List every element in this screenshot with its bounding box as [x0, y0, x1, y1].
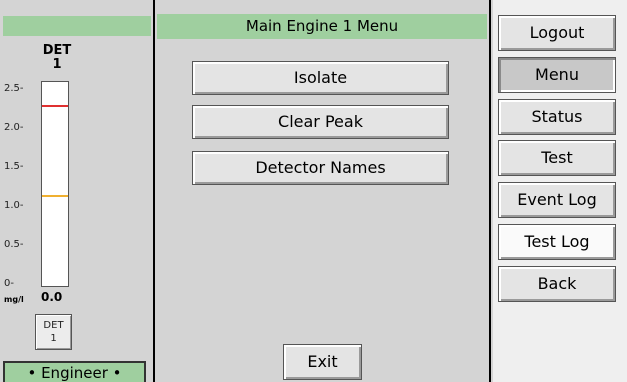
detector-number: 1 — [52, 57, 62, 72]
alarm-low-line — [42, 195, 68, 198]
nav-logout-button[interactable]: Logout — [498, 15, 616, 51]
nav-test-log-button[interactable]: Test Log — [498, 224, 616, 260]
detector-names-button[interactable]: Detector Names — [192, 151, 449, 185]
detector-panel-header — [3, 16, 151, 36]
gauge-tick-2-5: 2.5- — [4, 83, 24, 94]
gauge-tick-1-0: 1.0- — [4, 200, 24, 211]
gauge-tick-2-0: 2.0- — [4, 122, 24, 133]
detector-title: DET 1 — [38, 44, 76, 72]
alarm-high-line — [42, 105, 68, 108]
detector-button-number: 1 — [50, 333, 57, 344]
isolate-button[interactable]: Isolate — [192, 61, 449, 95]
clear-peak-button[interactable]: Clear Peak — [192, 105, 449, 139]
gauge-tick-0: 0- — [4, 278, 14, 289]
nav-back-button[interactable]: Back — [498, 266, 616, 302]
detector-label: DET — [42, 43, 72, 58]
nav-menu-button[interactable]: Menu — [498, 57, 616, 93]
nav-test-button[interactable]: Test — [498, 140, 616, 176]
user-role-badge: • Engineer • — [3, 361, 146, 382]
nav-panel: Logout Menu Status Test Event Log Test L… — [493, 0, 627, 382]
page-title: Main Engine 1 Menu — [157, 14, 487, 39]
menu-panel: Main Engine 1 Menu Isolate Clear Peak De… — [153, 0, 491, 382]
detector-button-label: DET — [43, 320, 64, 331]
exit-button[interactable]: Exit — [283, 344, 362, 380]
concentration-gauge — [41, 81, 69, 287]
gauge-tick-0-5: 0.5- — [4, 239, 24, 250]
reading-value: 0.0 — [41, 290, 63, 304]
nav-event-log-button[interactable]: Event Log — [498, 182, 616, 218]
gauge-tick-1-5: 1.5- — [4, 161, 24, 172]
unit-label: mg/l — [4, 295, 24, 304]
detector-panel: DET 1 2.5- 2.0- 1.5- 1.0- 0.5- 0- mg/l 0… — [0, 0, 153, 382]
nav-status-button[interactable]: Status — [498, 99, 616, 135]
detector-select-button[interactable]: DET 1 — [35, 314, 72, 350]
